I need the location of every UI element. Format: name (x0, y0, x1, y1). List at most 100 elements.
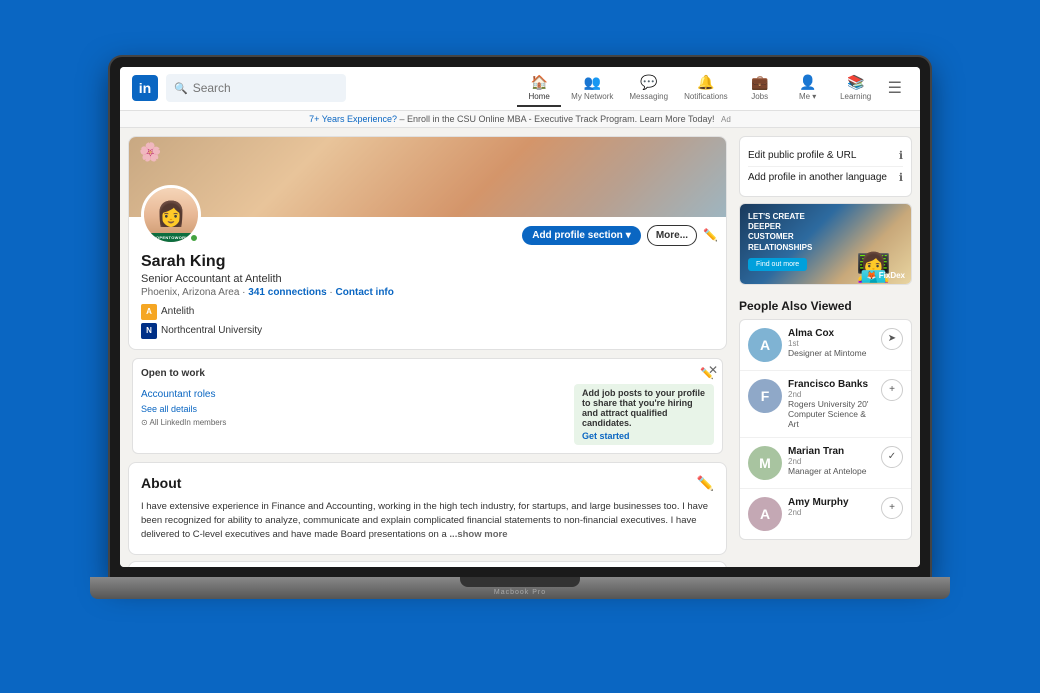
pav-degree-marian: 2nd (788, 457, 875, 466)
nav-learning[interactable]: 📚 Learning (834, 70, 878, 107)
about-section: About ✏️ I have extensive experience in … (128, 462, 727, 556)
main-content: 🌸 👩 #OPENTOWORK Add prof (120, 128, 920, 567)
northcentral-logo: N (141, 323, 157, 339)
about-edit-icon[interactable]: ✏️ (697, 475, 714, 492)
pav-role-marian: Manager at Antelope (788, 466, 875, 476)
contact-info-link[interactable]: Contact info (336, 287, 394, 298)
otw-left: Accountant roles See all details ⊙ All L… (141, 384, 574, 427)
profile-title: Senior Accountant at Antelith (141, 273, 714, 285)
nav-jobs-label: Jobs (751, 92, 768, 101)
linkedin-logo: in (132, 75, 158, 101)
profile-companies: A Antelith N Northcentral University (141, 304, 714, 339)
nav-me[interactable]: 👤 Me ▾ (786, 70, 830, 107)
messaging-icon: 💬 (640, 74, 657, 91)
antelith-logo: A (141, 304, 157, 320)
about-content: I have extensive experience in Finance a… (141, 501, 708, 541)
avatar-wrapper: 👩 #OPENTOWORK (141, 185, 201, 245)
ad-text: – Enroll in the CSU Online MBA - Executi… (400, 114, 715, 124)
nav-network-label: My Network (571, 92, 613, 101)
pav-action-marian[interactable]: ✓ (881, 446, 903, 468)
otw-visibility: ⊙ All LinkedIn members (141, 418, 574, 427)
ad-image: LET'S CREATE DEEPER CUSTOMER RELATIONSHI… (740, 204, 911, 284)
edit-profile-url-link[interactable]: Edit public profile & URL ℹ (748, 145, 903, 167)
pav-role-francisco: Rogers University 20' Computer Science &… (788, 399, 875, 429)
pav-degree-amy: 2nd (788, 508, 875, 517)
about-text: I have extensive experience in Finance a… (141, 500, 714, 543)
notifications-icon: 🔔 (697, 74, 714, 91)
pav-item-francisco: F Francisco Banks 2nd Rogers University … (740, 371, 911, 438)
pav-role-alma: Designer at Mintome (788, 348, 875, 358)
nav-items: 🏠 Home 👥 My Network 💬 Messaging 🔔 Notifi… (517, 70, 908, 107)
edit-profile-icon[interactable]: ✏️ (703, 228, 718, 242)
location-text: Phoenix, Arizona Area (141, 287, 239, 298)
open-to-work-card: Open to work ✏️ Accountant roles See all… (132, 358, 723, 454)
laptop-screen: in 🔍 🏠 Home 👥 My Network 💬 (110, 57, 930, 577)
connections-link[interactable]: 341 connections (248, 287, 326, 298)
pav-degree-francisco: 2nd (788, 390, 875, 399)
pav-info-francisco: Francisco Banks 2nd Rogers University 20… (788, 379, 875, 429)
otw-close-button[interactable]: ✕ (708, 363, 718, 377)
ad-banner: 7+ Years Experience? – Enroll in the CSU… (120, 111, 920, 128)
otw-add-jobs: Add job posts to your profile to share t… (574, 384, 714, 445)
northcentral-name: Northcentral University (161, 325, 262, 336)
pav-item-amy: A Amy Murphy 2nd + (740, 489, 911, 539)
show-more-link[interactable]: ...show more (449, 529, 507, 540)
pav-action-amy[interactable]: + (881, 497, 903, 519)
edit-profile-url-text: Edit public profile & URL (748, 150, 856, 161)
me-avatar-icon: 👤 (799, 74, 816, 91)
ad-brand: 🦊 FixDex (867, 271, 905, 280)
otw-see-all[interactable]: See all details (141, 404, 574, 414)
ad-link[interactable]: 7+ Years Experience? (309, 114, 397, 124)
navbar: in 🔍 🏠 Home 👥 My Network 💬 (120, 67, 920, 111)
otw-title: Open to work (141, 368, 205, 379)
add-profile-section-button[interactable]: Add profile section ▾ (522, 226, 641, 245)
more-button[interactable]: More... (647, 225, 697, 246)
pav-name-francisco[interactable]: Francisco Banks (788, 379, 875, 390)
nav-home[interactable]: 🏠 Home (517, 70, 561, 107)
edit-profile-url-icon: ℹ (899, 149, 903, 162)
profile-area: 🌸 👩 #OPENTOWORK Add prof (120, 128, 735, 567)
otw-role[interactable]: Accountant roles (141, 389, 216, 400)
about-header: About ✏️ (141, 475, 714, 492)
pav-avatar-amy: A (748, 497, 782, 531)
search-icon: 🔍 (174, 82, 188, 95)
pav-info-amy: Amy Murphy 2nd (788, 497, 875, 517)
nav-learning-label: Learning (840, 92, 871, 101)
ad-brand-name: FixDex (879, 271, 905, 280)
fixdex-icon: 🦊 (867, 271, 879, 280)
nav-messaging-label: Messaging (629, 92, 668, 101)
sidebar: Edit public profile & URL ℹ Add profile … (735, 128, 920, 567)
home-icon: 🏠 (530, 74, 547, 91)
add-language-profile-link[interactable]: Add profile in another language ℹ (748, 167, 903, 188)
hamburger-menu[interactable]: ☰ (882, 74, 908, 102)
pav-action-alma[interactable]: ➤ (881, 328, 903, 350)
laptop-base: Macbook Pro (90, 577, 950, 599)
add-language-profile-text: Add profile in another language (748, 172, 887, 183)
pav-avatar-marian: M (748, 446, 782, 480)
pav-avatar-alma: A (748, 328, 782, 362)
nav-network[interactable]: 👥 My Network (565, 70, 619, 107)
network-icon: 👥 (584, 74, 601, 91)
nav-jobs[interactable]: 💼 Jobs (738, 70, 782, 107)
pav-action-francisco[interactable]: + (881, 379, 903, 401)
company-antelith: A Antelith (141, 304, 714, 320)
pav-name-marian[interactable]: Marian Tran (788, 446, 875, 457)
pav-name-alma[interactable]: Alma Cox (788, 328, 875, 339)
search-input[interactable] (193, 81, 323, 95)
otw-header: Open to work ✏️ (141, 367, 714, 380)
ad-headline: LET'S CREATE DEEPER CUSTOMER RELATIONSHI… (748, 212, 818, 254)
add-language-profile-icon: ℹ (899, 171, 903, 184)
nav-messaging[interactable]: 💬 Messaging (623, 70, 674, 107)
nav-notifications[interactable]: 🔔 Notifications (678, 70, 734, 107)
sidebar-ad-card: LET'S CREATE DEEPER CUSTOMER RELATIONSHI… (739, 203, 912, 285)
pav-name-amy[interactable]: Amy Murphy (788, 497, 875, 508)
get-started-link[interactable]: Get started (582, 431, 706, 441)
profile-cover: 🌸 👩 #OPENTOWORK (129, 137, 726, 217)
ad-tag: Ad (721, 115, 731, 124)
ad-cta-button[interactable]: Find out more (748, 258, 807, 271)
search-bar[interactable]: 🔍 (166, 74, 346, 102)
profile-actions: Add profile section ▾ More... ✏️ (522, 225, 718, 246)
browser-window: in 🔍 🏠 Home 👥 My Network 💬 (120, 67, 920, 567)
nav-notifications-label: Notifications (684, 92, 728, 101)
pav-info-alma: Alma Cox 1st Designer at Mintome (788, 328, 875, 358)
